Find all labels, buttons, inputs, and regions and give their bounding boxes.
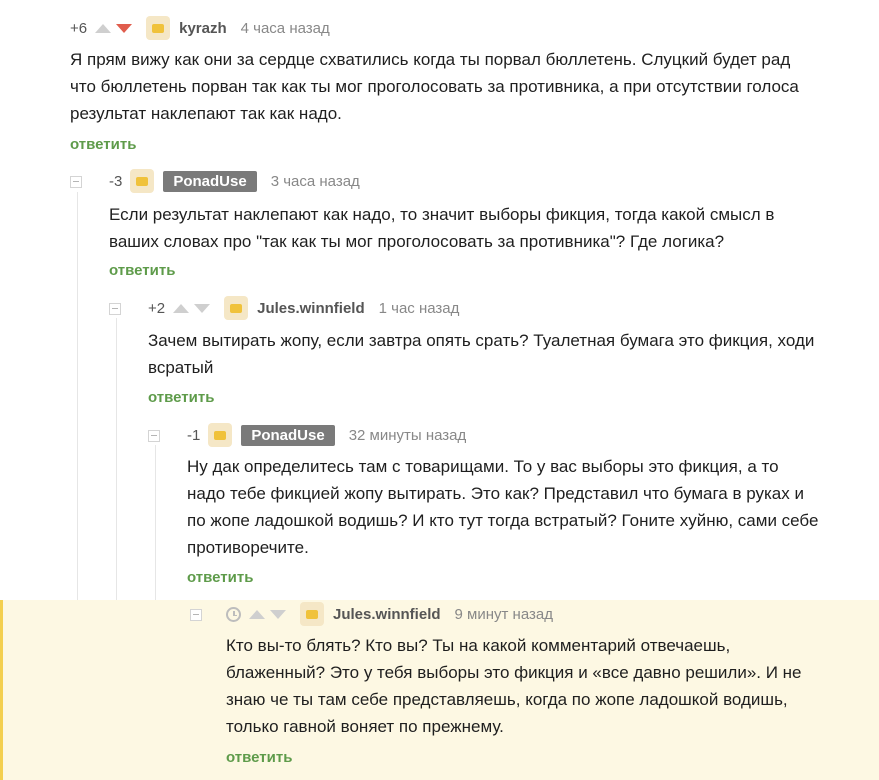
comment-text-line: надо тебе фикцией жопу вытирать. Это как… — [187, 484, 804, 503]
comment-text: Я прям вижу как они за сердце схватились… — [70, 46, 799, 127]
avatar-icon[interactable] — [300, 602, 324, 626]
downvote-arrow-icon[interactable] — [116, 23, 133, 33]
comment-text: Если результат наклепают как надо, то зн… — [109, 201, 774, 255]
comment-text-line: знаю че ты там себе представляешь, когда… — [226, 690, 788, 709]
comment: -3 PonadUse 3 часа назад Если результат … — [70, 167, 879, 287]
reply-link[interactable]: ответить — [226, 749, 292, 766]
comment-text-line: что бюллетень порван так как ты мог прог… — [70, 77, 799, 96]
comment-body: Jules.winnfield 9 минут назад Кто вы-то … — [190, 600, 879, 780]
comment-text: Ну дак определитесь там с товарищами. То… — [187, 453, 818, 561]
comment-header: -1 PonadUse 32 минуты назад — [187, 421, 466, 449]
avatar-icon[interactable] — [130, 169, 155, 193]
collapse-icon[interactable] — [190, 609, 202, 621]
comment-time[interactable]: 4 часа назад — [241, 20, 330, 37]
collapse-icon[interactable] — [148, 430, 160, 442]
comment-time[interactable]: 3 часа назад — [271, 173, 360, 190]
comment-text-line: блаженный? Это у тебя выборы это фикция … — [226, 663, 802, 682]
comment-username[interactable]: kyrazh — [179, 20, 227, 37]
comment-text-line: ваших словах про "так как ты мог проголо… — [109, 232, 725, 251]
comment-header: +6 kyrazh 4 часа назад — [70, 14, 330, 42]
clock-icon — [226, 606, 241, 622]
comment-username[interactable]: Jules.winnfield — [333, 606, 441, 623]
comment: +2 Jules.winnfield 1 час назад Зачем выт… — [109, 294, 879, 414]
comment: +6 kyrazh 4 часа назад Я прям вижу как о… — [70, 14, 879, 164]
comment-text-line: всратый — [148, 358, 214, 377]
comment-header: Jules.winnfield 9 минут назад — [226, 600, 553, 628]
comment-text-line: Кто вы-то блять? Кто вы? Ты на какой ком… — [226, 636, 731, 655]
upvote-arrow-icon[interactable] — [173, 303, 190, 313]
upvote-arrow-icon[interactable] — [95, 23, 112, 33]
comment-highlighted: Jules.winnfield 9 минут назад Кто вы-то … — [0, 600, 879, 780]
collapse-icon[interactable] — [70, 176, 82, 188]
comment-rating: +6 — [70, 19, 88, 37]
downvote-arrow-icon[interactable] — [194, 303, 211, 313]
comment-time[interactable]: 1 час назад — [379, 300, 460, 317]
comment-text-line: по жопе ладошкой водишь? И кто тут тогда… — [187, 511, 819, 530]
comment-text-line: Ну дак определитесь там с товарищами. То… — [187, 457, 779, 476]
comment-username[interactable]: Jules.winnfield — [257, 300, 365, 317]
downvote-arrow-icon[interactable] — [270, 609, 286, 619]
reply-link[interactable]: ответить — [187, 569, 253, 586]
comment-header: -3 PonadUse 3 часа назад — [109, 167, 360, 195]
avatar-icon[interactable] — [146, 16, 171, 40]
comment-text: Зачем вытирать жопу, если завтра опять с… — [148, 327, 814, 381]
comment-text-line: Если результат наклепают как надо, то зн… — [109, 205, 775, 224]
comment-text-line: противоречите. — [187, 538, 309, 557]
avatar-icon[interactable] — [208, 423, 233, 447]
comment-username[interactable]: PonadUse — [241, 424, 335, 446]
comment-text-line: Зачем вытирать жопу, если завтра опять с… — [148, 331, 815, 350]
collapse-icon[interactable] — [109, 303, 121, 315]
comment-text-line: Я прям вижу как они за сердце схватились… — [70, 50, 791, 69]
comment-rating: -1 — [187, 426, 201, 444]
comment: -1 PonadUse 32 минуты назад Ну дак опред… — [148, 421, 879, 597]
comment-text-line: только гавной воняет по прежнему. — [226, 717, 504, 736]
comment-username[interactable]: PonadUse — [163, 170, 257, 192]
reply-link[interactable]: ответить — [70, 136, 136, 153]
comment-rating: +2 — [148, 299, 166, 317]
avatar-icon[interactable] — [224, 296, 249, 320]
reply-link[interactable]: ответить — [109, 262, 175, 279]
comment-text-line: результат наклепают так как надо. — [70, 104, 342, 123]
comment-text: Кто вы-то блять? Кто вы? Ты на какой ком… — [226, 632, 802, 740]
comment-header: +2 Jules.winnfield 1 час назад — [148, 294, 459, 322]
comment-rating: -3 — [109, 172, 123, 190]
comment-time[interactable]: 9 минут назад — [455, 606, 553, 623]
reply-link[interactable]: ответить — [148, 389, 214, 406]
comment-time[interactable]: 32 минуты назад — [349, 427, 467, 444]
upvote-arrow-icon[interactable] — [249, 609, 265, 619]
